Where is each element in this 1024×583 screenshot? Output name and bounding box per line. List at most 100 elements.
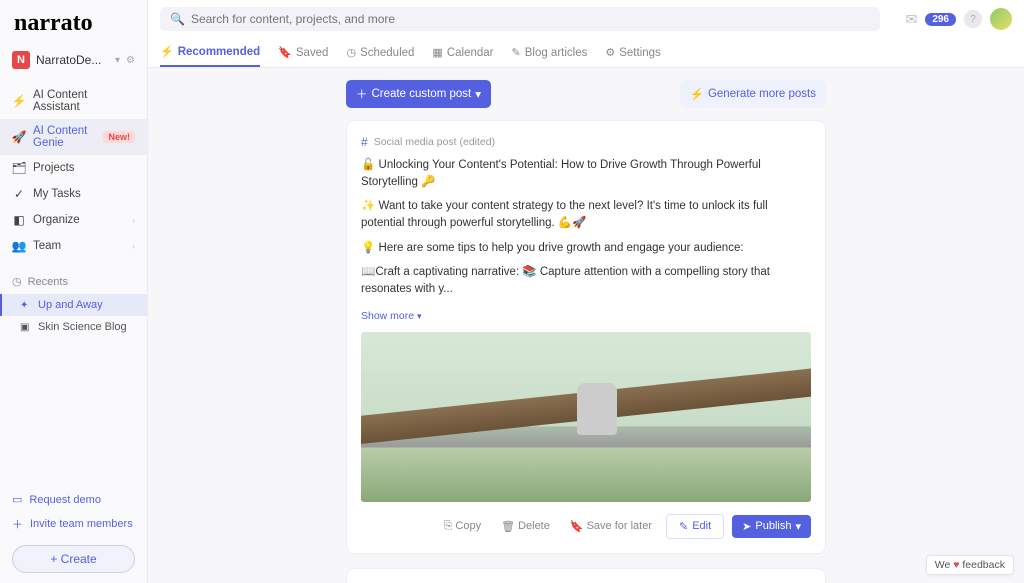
post-line: 🔓 Unlocking Your Content's Potential: Ho…: [361, 157, 811, 190]
card-footer: ⎘ Copy 🗑 Delete 🔖 Save for later ✎ Edit …: [361, 514, 811, 539]
publish-button[interactable]: ➤ Publish ▾: [732, 515, 811, 538]
nav-label: AI Content Assistant: [33, 89, 135, 113]
nav-ai-genie[interactable]: 🚀 AI Content Genie New!: [0, 119, 147, 155]
post-line: 📖Craft a captivating narrative: 📚 Captur…: [361, 264, 811, 297]
bolt-icon: ⚡: [160, 45, 174, 58]
check-icon: ✓: [12, 187, 26, 201]
main-nav: ⚡ AI Content Assistant 🚀 AI Content Geni…: [0, 83, 147, 259]
save-later-button[interactable]: 🔖 Save for later: [564, 516, 658, 537]
tab-calendar[interactable]: ▦ Calendar: [432, 38, 493, 67]
generate-more-posts-button[interactable]: ⚡ Generate more posts: [680, 80, 826, 108]
plus-icon: ＋: [356, 86, 368, 102]
send-icon: ➤: [742, 520, 751, 533]
recent-label: Skin Science Blog: [38, 321, 127, 333]
tab-label: Settings: [619, 47, 661, 59]
notification-count[interactable]: 296: [925, 13, 956, 26]
delete-button[interactable]: 🗑 Delete: [495, 516, 556, 537]
recents-header: ◷ Recents: [0, 269, 147, 294]
workspace-selector[interactable]: N NarratoDe... ▾ ⚙: [0, 45, 147, 75]
recents-label: Recents: [28, 276, 68, 288]
copy-icon: ⎘: [444, 520, 453, 533]
tab-recommended[interactable]: ⚡ Recommended: [160, 38, 260, 67]
mail-icon[interactable]: ✉: [906, 11, 918, 28]
feedback-widget[interactable]: We ♥ feedback: [926, 555, 1014, 575]
top-bar: 🔍 ✉ 296 ?: [148, 0, 1024, 38]
hash-icon: #: [361, 135, 368, 149]
main-content: ＋ Create custom post ▾ ⚡ Generate more p…: [148, 68, 1024, 583]
edit-button[interactable]: ✎ Edit: [666, 514, 724, 539]
card-header: # Social media post (edited): [361, 135, 811, 149]
nav-team[interactable]: 👥 Team ›: [0, 233, 147, 259]
search-icon: 🔍: [170, 12, 185, 26]
link-label: Request demo: [29, 494, 101, 506]
request-demo-link[interactable]: ▭ Request demo: [0, 488, 147, 511]
recent-item[interactable]: ✦ Up and Away: [0, 294, 147, 316]
workspace-name: NarratoDe...: [36, 53, 109, 67]
gear-icon: ⚙: [605, 46, 615, 59]
nav-organize[interactable]: ◧ Organize ›: [0, 207, 147, 233]
document-icon: ✎: [512, 46, 521, 59]
nav-my-tasks[interactable]: ✓ My Tasks: [0, 181, 147, 207]
blog-article-card: b Blog article AI Content Creation Tools…: [346, 568, 826, 583]
doc-icon: ▣: [20, 322, 32, 333]
user-avatar[interactable]: [990, 8, 1012, 30]
tab-scheduled[interactable]: ◷ Scheduled: [346, 38, 414, 67]
briefcase-icon: 🗂: [12, 161, 26, 175]
top-right-controls: ✉ 296 ?: [906, 8, 1012, 30]
show-more-link[interactable]: Show more ▾: [361, 310, 422, 322]
clock-icon: ◷: [12, 275, 22, 288]
button-label: Create custom post: [372, 88, 472, 100]
tab-label: Calendar: [447, 47, 494, 59]
search-input[interactable]: [191, 12, 870, 26]
invite-team-link[interactable]: ＋ Invite team members: [0, 511, 147, 537]
nav-projects[interactable]: 🗂 Projects: [0, 155, 147, 181]
help-icon[interactable]: ?: [964, 10, 982, 28]
bookmark-icon: 🔖: [278, 46, 292, 59]
tab-saved[interactable]: 🔖 Saved: [278, 38, 328, 67]
tab-label: Scheduled: [360, 47, 414, 59]
button-label: Generate more posts: [708, 88, 816, 100]
decorative-shape: [577, 383, 617, 435]
chevron-right-icon: ›: [132, 241, 135, 251]
chevron-down-icon: ▾: [417, 311, 422, 321]
nav-ai-assistant[interactable]: ⚡ AI Content Assistant: [0, 83, 147, 119]
sidebar: narrato N NarratoDe... ▾ ⚙ ⚡ AI Content …: [0, 0, 148, 583]
app-logo: narrato: [0, 0, 147, 45]
tab-settings[interactable]: ⚙ Settings: [605, 38, 660, 67]
nav-label: Organize: [33, 214, 80, 226]
post-line: 💡 Here are some tips to help you drive g…: [361, 240, 811, 257]
create-custom-post-button[interactable]: ＋ Create custom post ▾: [346, 80, 491, 108]
sidebar-footer: ▭ Request demo ＋ Invite team members + C…: [0, 488, 147, 583]
star-icon: ✦: [20, 300, 32, 311]
clock-icon: ◷: [346, 46, 356, 59]
social-post-card: # Social media post (edited) 🔓 Unlocking…: [346, 120, 826, 554]
search-box[interactable]: 🔍: [160, 7, 880, 31]
bolt-icon: ⚡: [12, 94, 26, 108]
action-row: ＋ Create custom post ▾ ⚡ Generate more p…: [346, 80, 826, 108]
copy-button[interactable]: ⎘ Copy: [438, 516, 488, 537]
chevron-down-icon[interactable]: ▾: [115, 55, 120, 66]
calendar-icon: ▦: [432, 46, 442, 59]
chevron-right-icon: ›: [132, 215, 135, 225]
grid-icon: ◧: [12, 213, 26, 227]
link-label: Invite team members: [30, 518, 133, 530]
tab-label: Blog articles: [525, 47, 588, 59]
post-image: [361, 332, 811, 502]
chevron-down-icon: ▾: [795, 520, 801, 533]
card-type-label: Social media post (edited): [374, 136, 495, 148]
calendar-icon: ▭: [12, 493, 22, 506]
bolt-icon: ⚡: [690, 87, 704, 101]
user-plus-icon: ＋: [12, 516, 23, 532]
post-line: ✨ Want to take your content strategy to …: [361, 198, 811, 231]
gear-icon[interactable]: ⚙: [126, 55, 135, 66]
tab-blog[interactable]: ✎ Blog articles: [512, 38, 588, 67]
nav-label: My Tasks: [33, 188, 81, 200]
recent-item[interactable]: ▣ Skin Science Blog: [0, 316, 147, 338]
rocket-icon: 🚀: [12, 130, 26, 144]
pencil-icon: ✎: [679, 520, 688, 533]
tab-label: Saved: [296, 47, 329, 59]
tab-label: Recommended: [178, 46, 260, 58]
new-badge: New!: [103, 131, 135, 143]
create-button[interactable]: + Create: [12, 545, 135, 573]
team-icon: 👥: [12, 239, 26, 253]
